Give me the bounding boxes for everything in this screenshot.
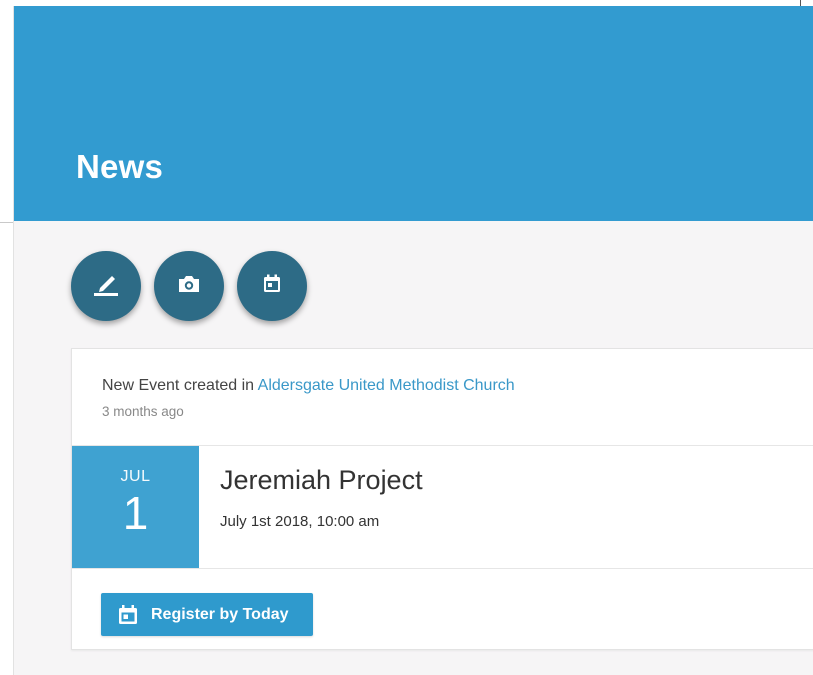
event-post-card: New Event created in Aldersgate United M… — [71, 348, 813, 650]
write-post-button[interactable] — [71, 251, 141, 321]
divider — [72, 568, 813, 569]
frame-edge — [0, 222, 13, 223]
add-photo-button[interactable] — [154, 251, 224, 321]
add-event-button[interactable] — [237, 251, 307, 321]
post-summary: New Event created in Aldersgate United M… — [102, 377, 515, 395]
pencil-icon — [91, 271, 121, 302]
event-day: 1 — [122, 487, 149, 539]
camera-icon — [177, 274, 201, 299]
organization-link[interactable]: Aldersgate United Methodist Church — [258, 377, 515, 394]
news-header: News — [14, 6, 813, 221]
calendar-icon — [261, 273, 283, 300]
calendar-icon — [117, 604, 139, 626]
event-month: JUL — [120, 468, 151, 485]
news-page: News New Event created in Aldersgate Uni… — [13, 6, 813, 675]
event-datetime: July 1st 2018, 10:00 am — [220, 513, 380, 530]
register-button[interactable]: Register by Today — [101, 593, 313, 636]
register-label: Register by Today — [151, 605, 289, 623]
page-title: News — [76, 148, 164, 185]
post-meta: New Event created in Aldersgate United M… — [102, 377, 515, 419]
post-prefix: New Event created in — [102, 377, 258, 394]
event-date-badge: JUL 1 — [72, 446, 199, 568]
post-timestamp: 3 months ago — [102, 404, 184, 419]
event-title[interactable]: Jeremiah Project — [220, 465, 423, 496]
